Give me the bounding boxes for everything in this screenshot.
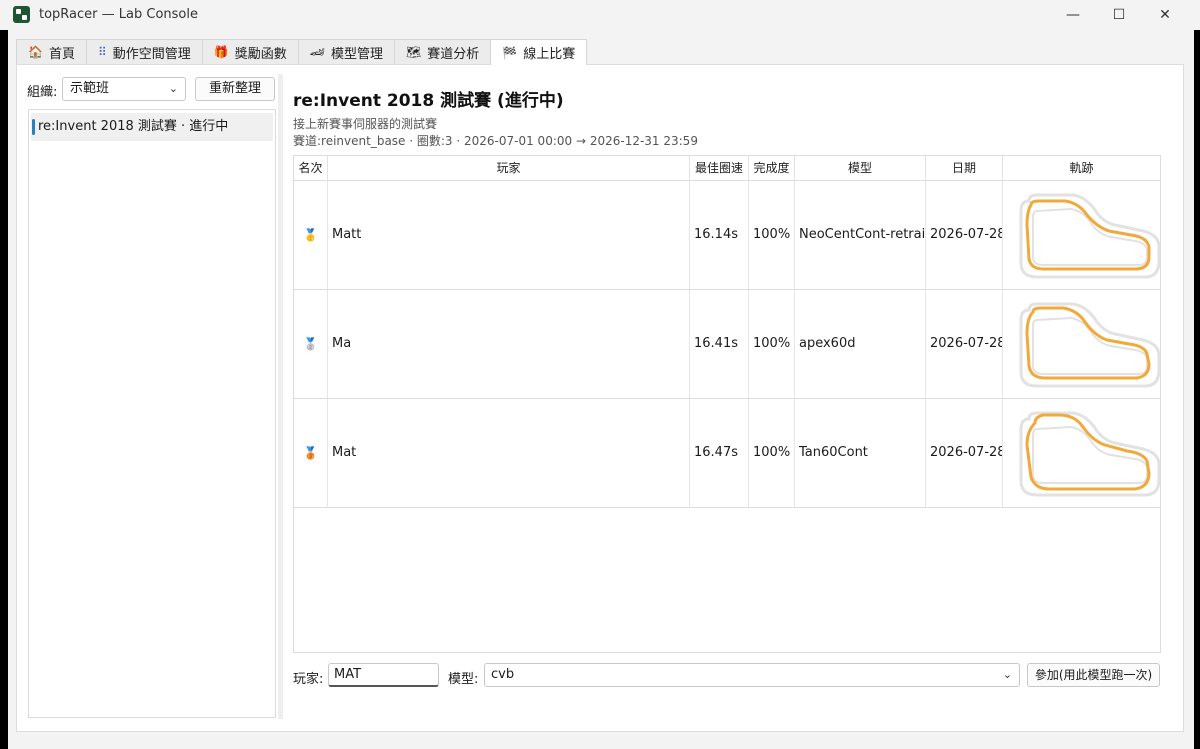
race-description: 接上新賽事伺服器的測試賽 bbox=[293, 117, 438, 131]
tab-model-management[interactable]: 🏎 模型管理 bbox=[297, 39, 395, 64]
frame-border-right bbox=[1194, 30, 1200, 749]
tab-label: 動作空間管理 bbox=[112, 46, 191, 62]
tab-track-analysis[interactable]: 🗺 賽道分析 bbox=[394, 39, 492, 64]
tab-online-race[interactable]: 🏁 線上比賽 bbox=[490, 39, 588, 65]
refresh-button[interactable]: 重新整理 bbox=[195, 77, 275, 101]
column-header-date[interactable]: 日期 bbox=[926, 156, 1003, 181]
model-cell: Tan60Cont bbox=[795, 399, 926, 507]
org-select[interactable]: 示範班 ⌄ bbox=[62, 77, 186, 101]
silver-medal-icon: 🥈 bbox=[303, 337, 318, 351]
best-lap-cell: 16.14s bbox=[690, 181, 749, 289]
checkered-flag-icon: 🏁 bbox=[502, 45, 518, 60]
race-meta: 賽道:reinvent_base · 圈數:3 · 2026-07-01 00:… bbox=[293, 134, 698, 148]
map-icon: 🗺 bbox=[406, 45, 422, 59]
minimize-button[interactable]: — bbox=[1050, 0, 1096, 30]
tab-label: 獎勵函數 bbox=[234, 46, 287, 62]
bronze-medal-icon: 🥉 bbox=[303, 446, 318, 460]
column-header-best-lap[interactable]: 最佳圈速 bbox=[690, 156, 749, 181]
trajectory-path bbox=[1025, 413, 1151, 491]
date-cell: 2026-07-28 bbox=[926, 290, 1003, 398]
chevron-down-icon: ⌄ bbox=[168, 82, 178, 95]
player-label: 玩家: bbox=[293, 672, 324, 687]
column-header-player[interactable]: 玩家 bbox=[328, 156, 690, 181]
race-list[interactable]: re:Invent 2018 測試賽 · 進行中 bbox=[28, 109, 276, 718]
table-row[interactable]: 🥈 Ma 16.41s 100% apex60d 2026-07-28 bbox=[294, 290, 1160, 399]
completion-cell: 100% bbox=[749, 290, 795, 398]
trajectory-thumbnail bbox=[1019, 411, 1160, 497]
race-title: re:Invent 2018 測試賽 (進行中) bbox=[293, 91, 564, 111]
app-icon bbox=[13, 6, 30, 23]
house-icon: 🏠 bbox=[28, 45, 43, 59]
join-race-button[interactable]: 參加(用此模型跑一次) bbox=[1027, 663, 1160, 687]
pane-splitter[interactable] bbox=[278, 74, 283, 719]
chevron-down-icon: ⌄ bbox=[1002, 668, 1012, 681]
table-header: 名次 玩家 最佳圈速 完成度 模型 日期 軌跡 bbox=[294, 156, 1160, 181]
completion-cell: 100% bbox=[749, 399, 795, 507]
tab-action-space[interactable]: ⠿ 動作空間管理 bbox=[85, 39, 203, 64]
column-header-model[interactable]: 模型 bbox=[795, 156, 926, 181]
model-cell: NeoCentCont-retrain bbox=[795, 181, 926, 289]
org-label: 組織: bbox=[27, 85, 58, 100]
tab-home[interactable]: 🏠 首頁 bbox=[16, 39, 87, 64]
trajectory-cell[interactable] bbox=[1003, 181, 1160, 289]
player-cell: Ma bbox=[328, 290, 690, 398]
table-row[interactable]: 🥇 Matt 16.14s 100% NeoCentCont-retrain 2… bbox=[294, 181, 1160, 290]
tab-label: 賽道分析 bbox=[427, 46, 480, 62]
model-select-value: cvb bbox=[491, 667, 515, 682]
player-cell: Mat bbox=[328, 399, 690, 507]
date-cell: 2026-07-28 bbox=[926, 399, 1003, 507]
tab-label: 線上比賽 bbox=[523, 47, 576, 62]
grid-icon: ⠿ bbox=[97, 45, 107, 59]
main-tabs: 🏠 首頁 ⠿ 動作空間管理 🎁 獎勵函數 🏎 模型管理 🗺 賽道分析 🏁 線上比… bbox=[16, 39, 588, 65]
trajectory-thumbnail bbox=[1019, 302, 1160, 388]
model-select[interactable]: cvb ⌄ bbox=[484, 663, 1020, 687]
column-header-trajectory[interactable]: 軌跡 bbox=[1003, 156, 1160, 181]
table-row[interactable]: 🥉 Mat 16.47s 100% Tan60Cont 2026-07-28 bbox=[294, 399, 1160, 508]
title-bar: topRacer — Lab Console — ☐ ✕ bbox=[0, 0, 1200, 30]
column-header-rank[interactable]: 名次 bbox=[294, 156, 328, 181]
org-select-value: 示範班 bbox=[70, 81, 110, 96]
player-name-input[interactable]: MAT bbox=[328, 663, 439, 687]
best-lap-cell: 16.47s bbox=[690, 399, 749, 507]
window-title: topRacer — Lab Console bbox=[39, 7, 198, 22]
column-header-completion[interactable]: 完成度 bbox=[749, 156, 795, 181]
model-label: 模型: bbox=[448, 672, 479, 687]
race-list-item[interactable]: re:Invent 2018 測試賽 · 進行中 bbox=[31, 113, 273, 141]
rank-cell: 🥈 bbox=[294, 290, 328, 398]
best-lap-cell: 16.41s bbox=[690, 290, 749, 398]
trajectory-thumbnail bbox=[1019, 193, 1160, 279]
frame-border-left bbox=[0, 30, 8, 749]
tab-label: 模型管理 bbox=[330, 46, 383, 62]
gift-icon: 🎁 bbox=[213, 45, 229, 59]
rank-cell: 🥉 bbox=[294, 399, 328, 507]
trajectory-cell[interactable] bbox=[1003, 290, 1160, 398]
trajectory-path bbox=[1025, 306, 1151, 380]
tab-reward-function[interactable]: 🎁 獎勵函數 bbox=[201, 39, 299, 64]
date-cell: 2026-07-28 bbox=[926, 181, 1003, 289]
player-cell: Matt bbox=[328, 181, 690, 289]
gold-medal-icon: 🥇 bbox=[303, 228, 318, 242]
maximize-button[interactable]: ☐ bbox=[1096, 0, 1142, 30]
model-cell: apex60d bbox=[795, 290, 926, 398]
leaderboard-table: 名次 玩家 最佳圈速 完成度 模型 日期 軌跡 🥇 Matt 16.14s 10… bbox=[293, 155, 1161, 653]
rank-cell: 🥇 bbox=[294, 181, 328, 289]
completion-cell: 100% bbox=[749, 181, 795, 289]
tab-label: 首頁 bbox=[48, 46, 75, 62]
close-button[interactable]: ✕ bbox=[1142, 0, 1188, 30]
car-icon: 🏎 bbox=[309, 45, 325, 59]
trajectory-cell[interactable] bbox=[1003, 399, 1160, 507]
